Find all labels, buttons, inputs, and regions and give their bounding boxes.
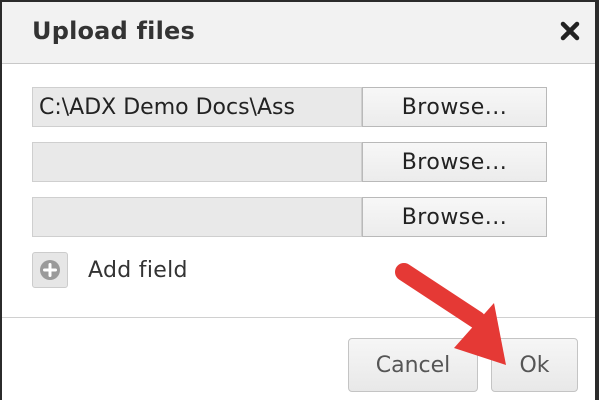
file-field-row-1: Browse... — [32, 87, 547, 127]
add-field-label: Add field — [88, 257, 188, 283]
add-field-button[interactable]: Add field — [32, 252, 188, 288]
file-path-input-2[interactable] — [32, 142, 362, 182]
ok-button[interactable]: Ok — [491, 338, 578, 392]
file-field-row-3: Browse... — [32, 197, 547, 237]
footer-divider — [2, 317, 595, 318]
dialog-titlebar: Upload files — [2, 2, 595, 64]
browse-button-1[interactable]: Browse... — [362, 87, 547, 127]
dialog-title: Upload files — [32, 17, 195, 45]
browse-button-3[interactable]: Browse... — [362, 197, 547, 237]
file-path-input-3[interactable] — [32, 197, 362, 237]
close-button[interactable] — [555, 16, 585, 46]
close-icon — [560, 21, 580, 41]
file-field-row-2: Browse... — [32, 142, 547, 182]
upload-files-dialog: Upload files Browse... Browse... Browse.… — [0, 0, 599, 400]
cancel-button[interactable]: Cancel — [348, 338, 478, 392]
file-path-input-1[interactable] — [32, 87, 362, 127]
browse-button-2[interactable]: Browse... — [362, 142, 547, 182]
plus-circle-icon — [32, 252, 68, 288]
